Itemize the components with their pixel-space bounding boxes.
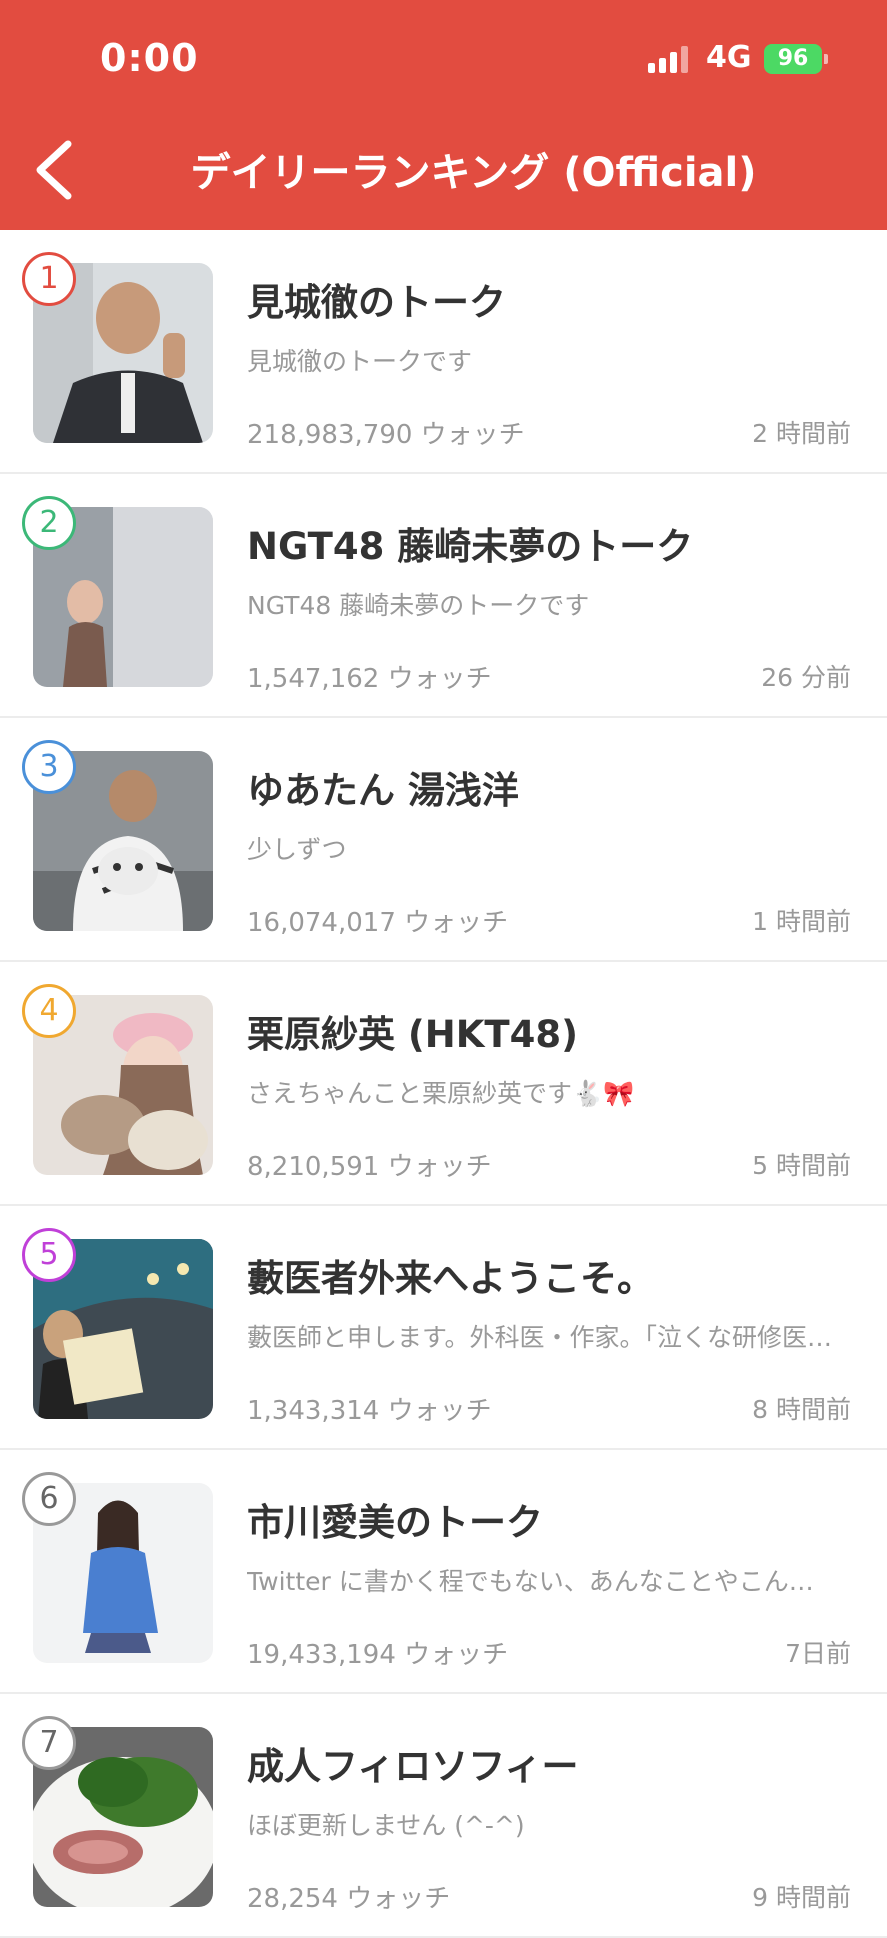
watch-count: 1,343,314 ウォッチ	[247, 1396, 492, 1426]
talk-title: ゆあたん 湯浅洋	[247, 769, 519, 812]
talk-title: NGT48 藤崎未夢のトーク	[247, 525, 694, 568]
ranking-row[interactable]: 5 藪医者外来へようこそ。 藪医師と申します。外科医・作家。「泣くな研修医… 1…	[0, 1206, 887, 1450]
ranking-row[interactable]: 4 栗原紗英 (HKT48) さえちゃんこと栗原紗英です🐇🎀 8,210,591…	[0, 962, 887, 1206]
ranking-row[interactable]: 2 NGT48 藤崎未夢のトーク NGT48 藤崎未夢のトークです 1,547,…	[0, 474, 887, 718]
talk-description: 少しずつ	[247, 835, 347, 864]
talk-title: 藪医者外来へようこそ。	[247, 1257, 654, 1300]
watch-count: 8,210,591 ウォッチ	[247, 1152, 492, 1182]
talk-description: ほぼ更新しません (^-^)	[247, 1811, 525, 1840]
chevron-left-icon	[36, 140, 72, 200]
watch-count: 28,254 ウォッチ	[247, 1884, 451, 1914]
page-title: デイリーランキング (Official)	[190, 150, 757, 196]
rank-badge: 2	[22, 496, 76, 550]
updated-ago: 26 分前	[761, 663, 851, 692]
talk-title: 市川愛美のトーク	[247, 1501, 543, 1544]
battery-tip	[824, 54, 828, 64]
rank-badge: 1	[22, 252, 76, 306]
rank-badge: 7	[22, 1716, 76, 1770]
rank-badge: 6	[22, 1472, 76, 1526]
battery-icon: 96	[764, 44, 822, 74]
rank-badge: 5	[22, 1228, 76, 1282]
network-label: 4G	[706, 40, 752, 75]
talk-description: さえちゃんこと栗原紗英です🐇🎀	[247, 1079, 635, 1108]
updated-ago: 7日前	[785, 1639, 851, 1668]
talk-title: 成人フィロソフィー	[247, 1745, 579, 1788]
ranking-row[interactable]: 1 見城徹のトーク 見城徹のトークです 218,983,790 ウォッチ 2 時…	[0, 230, 887, 474]
rank-badge: 3	[22, 740, 76, 794]
ranking-list: 1 見城徹のトーク 見城徹のトークです 218,983,790 ウォッチ 2 時…	[0, 230, 887, 1938]
ranking-row[interactable]: 7 成人フィロソフィー ほぼ更新しません (^-^) 28,254 ウォッチ 9…	[0, 1694, 887, 1938]
talk-description: 藪医師と申します。外科医・作家。「泣くな研修医…	[247, 1323, 833, 1352]
watch-count: 1,547,162 ウォッチ	[247, 664, 492, 694]
app-header: 0:00 4G 96 デイリーランキング (Official)	[0, 0, 887, 230]
updated-ago: 5 時間前	[752, 1151, 851, 1180]
talk-description: 見城徹のトークです	[247, 347, 473, 376]
watch-count: 16,074,017 ウォッチ	[247, 908, 509, 938]
talk-title: 栗原紗英 (HKT48)	[247, 1013, 579, 1056]
talk-title: 見城徹のトーク	[247, 281, 506, 324]
ranking-row[interactable]: 3 ゆあたん 湯浅洋 少しずつ 16,074,017 ウォッチ 1 時間前	[0, 718, 887, 962]
signal-icon	[648, 45, 694, 73]
rank-badge: 4	[22, 984, 76, 1038]
talk-description: NGT48 藤崎未夢のトークです	[247, 591, 590, 620]
talk-description: Twitter に書かく程でもない、あんなことやこん…	[247, 1567, 814, 1596]
watch-count: 19,433,194 ウォッチ	[247, 1640, 509, 1670]
ranking-row[interactable]: 6 市川愛美のトーク Twitter に書かく程でもない、あんなことやこん… 1…	[0, 1450, 887, 1694]
back-button[interactable]	[28, 138, 82, 202]
updated-ago: 1 時間前	[752, 907, 851, 936]
updated-ago: 2 時間前	[752, 419, 851, 448]
battery-level: 96	[777, 46, 809, 71]
status-time: 0:00	[100, 36, 199, 80]
updated-ago: 9 時間前	[752, 1883, 851, 1912]
updated-ago: 8 時間前	[752, 1395, 851, 1424]
watch-count: 218,983,790 ウォッチ	[247, 420, 525, 450]
